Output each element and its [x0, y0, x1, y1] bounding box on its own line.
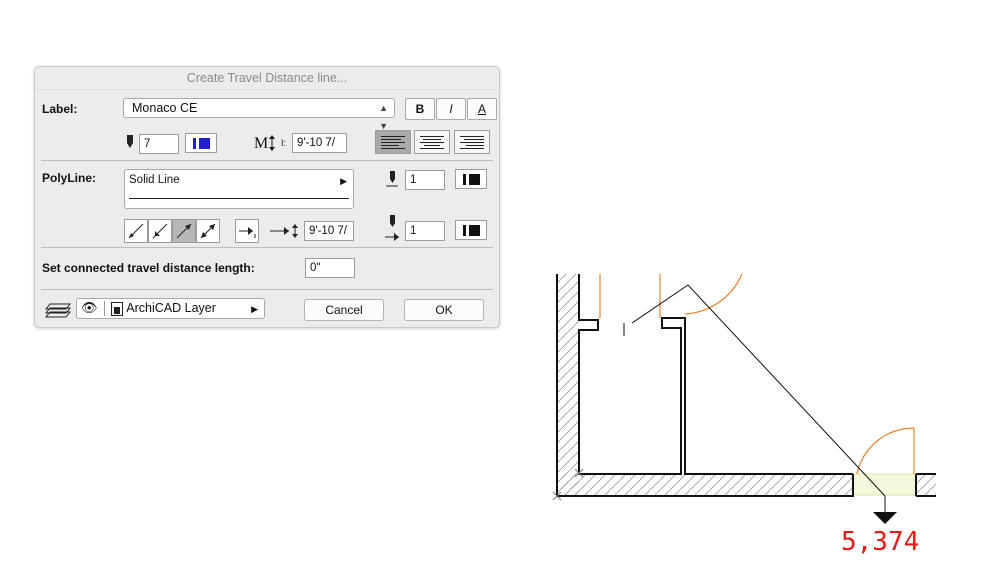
floor-plan-drawing: [552, 273, 936, 524]
wall-hatch: [916, 474, 936, 496]
wall-hatch: [557, 274, 579, 496]
wall-outline: [556, 274, 936, 497]
arrow-head-icon: [873, 512, 897, 524]
door-opening: [852, 473, 917, 496]
wall-hatch: [557, 474, 853, 496]
travel-distance-value: 5,374: [841, 527, 920, 557]
door-swing: [599, 273, 915, 475]
